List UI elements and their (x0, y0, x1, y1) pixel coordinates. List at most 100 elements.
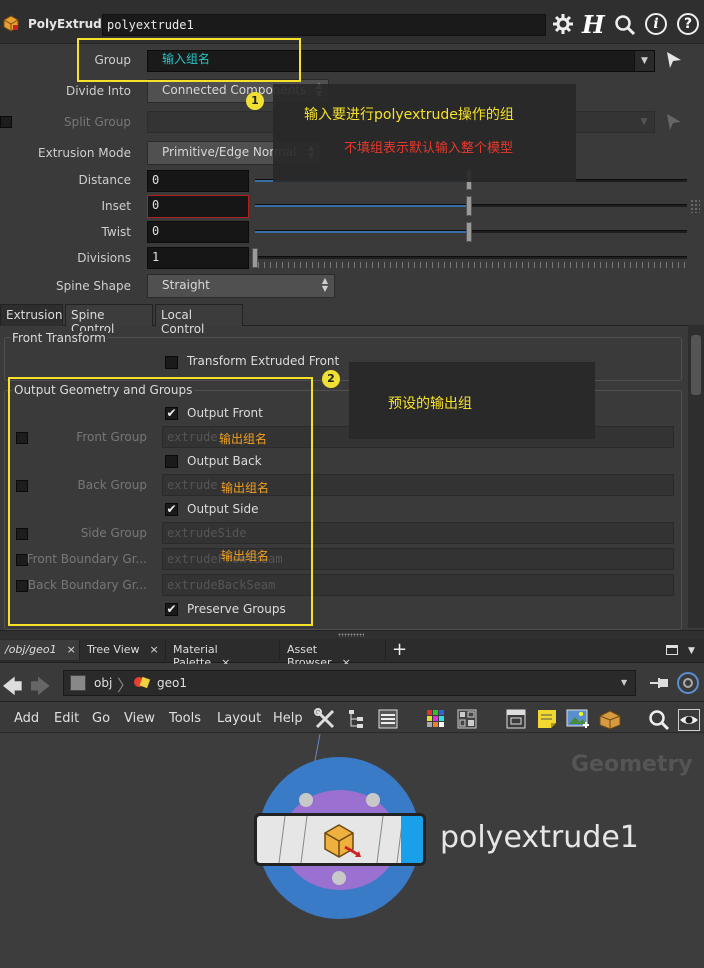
split-group-label: Split Group (64, 115, 131, 129)
pane-tab-asset-browser[interactable]: Asset Browser × (282, 640, 386, 669)
help-icon[interactable]: ? (677, 13, 699, 35)
network-search-icon[interactable] (648, 709, 670, 731)
pane-tab-material-palette[interactable]: Material Palette × (168, 640, 280, 669)
group-select-arrow-icon[interactable] (664, 50, 684, 70)
twist-label: Twist (101, 225, 131, 239)
color-palette-icon[interactable] (426, 709, 446, 729)
menu-help[interactable]: Help (273, 711, 303, 726)
display-flag[interactable] (401, 816, 423, 863)
link-icon[interactable] (677, 672, 699, 694)
annotation-callout-2 (349, 362, 595, 439)
path-separator-icon: 〉 (117, 676, 134, 695)
tree-layout-icon[interactable] (347, 709, 365, 729)
pane-resize-grip[interactable] (690, 199, 700, 213)
annotation-badge-2: 2 (322, 370, 340, 388)
menu-layout[interactable]: Layout (217, 711, 261, 726)
annotation-text-2: 预设的输出组 (388, 396, 472, 412)
pane-tab-tree-view[interactable]: Tree View × (82, 640, 166, 660)
pane-tab-network[interactable]: /obj/geo1 × (0, 640, 80, 660)
asset-box-icon[interactable] (598, 708, 622, 730)
maximize-pane-icon[interactable] (666, 645, 678, 655)
pane-tab-network-label: /obj/geo1 (5, 643, 57, 656)
front-transform-title: Front Transform (10, 331, 108, 345)
group-dropdown-button[interactable]: ▼ (634, 51, 654, 71)
path-dropdown-icon[interactable]: ▼ (621, 678, 627, 687)
polyextrude-node-icon (2, 14, 20, 32)
output-connector[interactable] (332, 871, 346, 885)
split-select-arrow-icon (664, 112, 684, 132)
annotation-out-name-2: 输出组名 (221, 481, 270, 495)
annotation-text-1b: 不填组表示默认输入整个模型 (344, 141, 514, 156)
input-connector-2[interactable] (366, 793, 380, 807)
pin-icon[interactable] (648, 674, 670, 692)
inset-slider-handle[interactable] (466, 196, 472, 216)
node-name-label[interactable]: polyextrude1 (440, 820, 639, 855)
divisions-field[interactable]: 1 (147, 247, 249, 269)
annotation-box-output (8, 377, 313, 626)
node-type-icon (319, 821, 363, 861)
transform-extruded-front-checkbox[interactable] (165, 356, 178, 369)
close-icon[interactable]: × (150, 643, 159, 656)
back-arrow-icon[interactable]: 🡄 (2, 672, 23, 706)
annotation-callout-1 (273, 84, 576, 182)
path-child[interactable]: geo1 (157, 676, 187, 690)
tab-spine-control[interactable]: Spine Control (65, 304, 153, 336)
sticky-note-icon[interactable] (536, 708, 558, 730)
pane-tab-tree-label: Tree View (87, 643, 140, 656)
inset-label: Inset (101, 199, 131, 213)
divisions-slider[interactable] (255, 256, 687, 259)
search-icon[interactable] (614, 14, 636, 36)
twist-slider-handle[interactable] (466, 222, 472, 242)
geo-icon (133, 674, 151, 690)
menu-add[interactable]: Add (14, 711, 39, 726)
scrollbar-thumb[interactable] (691, 335, 701, 395)
splitter-grip-icon (338, 633, 364, 637)
annotation-text-1a: 输入要进行polyextrude操作的组 (304, 107, 514, 123)
extrusion-mode-label: Extrusion Mode (38, 146, 131, 160)
network-box-icon[interactable] (506, 709, 526, 729)
divisions-label: Divisions (77, 251, 131, 265)
annotation-out-name-1: 输出组名 (219, 432, 268, 446)
tab-extrusion[interactable]: Extrusion (0, 304, 63, 326)
transform-extruded-front-label: Transform Extruded Front (187, 354, 340, 368)
annotation-badge-1: 1 (246, 92, 264, 110)
node-name-field[interactable]: polyextrude1 (102, 14, 546, 36)
divisions-slider-handle[interactable] (252, 248, 258, 268)
menu-view[interactable]: View (124, 711, 155, 726)
annotation-out-name-3: 输出组名 (221, 549, 270, 563)
parameter-scrollbar[interactable] (688, 325, 704, 628)
list-view-icon[interactable] (378, 709, 398, 729)
gear-icon[interactable] (553, 14, 573, 34)
path-root[interactable]: obj (94, 676, 112, 690)
divisions-ticks (258, 262, 686, 268)
pane-menu-icon[interactable]: ▼ (688, 646, 695, 656)
inset-field[interactable]: 0 (147, 195, 249, 218)
info-icon[interactable]: i (645, 13, 667, 35)
annotation-box-group (77, 38, 301, 82)
close-icon[interactable]: × (67, 643, 76, 656)
houdini-help-icon[interactable]: H (582, 10, 606, 39)
shape-palette-icon[interactable] (457, 709, 477, 729)
pane-splitter[interactable] (0, 630, 704, 639)
menu-edit[interactable]: Edit (54, 711, 79, 726)
tab-local-control[interactable]: Local Control (155, 304, 243, 336)
split-dropdown-button: ▼ (640, 117, 648, 127)
add-tab-icon[interactable]: + (392, 639, 407, 660)
obj-context-icon (70, 675, 86, 691)
twist-field[interactable]: 0 (147, 221, 249, 243)
spine-shape-menu[interactable]: Straight ▲ ▼ (147, 274, 335, 298)
eye-icon[interactable] (678, 709, 700, 731)
forward-arrow-icon[interactable]: 🡆 (30, 672, 51, 706)
background-image-icon[interactable] (566, 707, 590, 731)
distance-field[interactable]: 0 (147, 170, 249, 192)
wrench-icon[interactable] (314, 708, 336, 730)
menu-go[interactable]: Go (92, 711, 110, 726)
input-connector-1[interactable] (299, 793, 313, 807)
network-context-watermark: Geometry (571, 752, 693, 777)
spine-shape-label: Spine Shape (56, 279, 131, 293)
menu-tools[interactable]: Tools (169, 711, 201, 726)
node-type-label: PolyExtrude (28, 17, 110, 31)
divide-into-label: Divide Into (65, 84, 131, 98)
updown-arrow-icon: ▲▼ (321, 276, 328, 293)
polyextrude-node[interactable] (254, 813, 426, 866)
